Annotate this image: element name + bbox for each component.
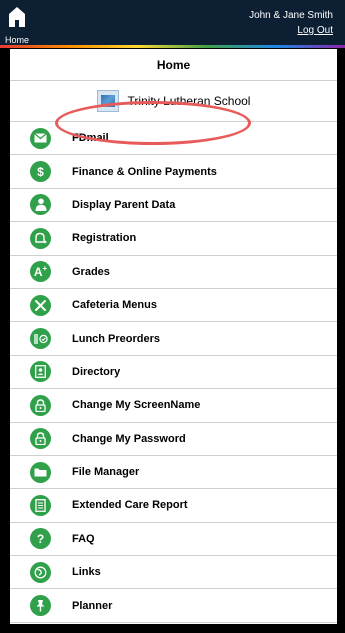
rainbow-divider xyxy=(0,45,345,48)
page-title: Home xyxy=(10,49,337,81)
home-button[interactable]: Home xyxy=(3,4,43,45)
menu-item-links[interactable]: Links xyxy=(10,556,337,590)
menu-item-grades[interactable]: A+ Grades xyxy=(10,256,337,289)
school-logo-icon xyxy=(96,90,119,112)
top-bar: Home John & Jane Smith Log Out xyxy=(0,0,345,46)
menu-item-fdmail[interactable]: FDmail xyxy=(10,122,337,156)
menu-item-label: Finance & Online Payments xyxy=(72,165,217,178)
menu-item-label: Links xyxy=(72,566,101,579)
menu-list: FDmail $ Finance & Online Payments Displ… xyxy=(10,122,337,623)
menu-item-change-password[interactable]: Change My Password xyxy=(10,423,337,456)
menu-item-label: FDmail xyxy=(72,132,109,145)
menu-item-label: Registration xyxy=(72,232,137,245)
menu-item-display-parent-data[interactable]: Display Parent Data xyxy=(10,189,337,223)
user-name: John & Jane Smith xyxy=(249,10,333,21)
folder-icon xyxy=(30,461,51,483)
menu-item-lunch-preorders[interactable]: Lunch Preorders xyxy=(10,322,337,356)
document-icon xyxy=(30,494,51,516)
lock-icon xyxy=(30,394,51,416)
school-header: Trinity Lutheran School xyxy=(10,81,337,122)
menu-item-label: Extended Care Report xyxy=(72,499,188,512)
pushpin-icon xyxy=(30,595,51,617)
utensils-icon xyxy=(30,294,51,316)
directory-icon xyxy=(30,361,51,383)
menu-item-change-screenname[interactable]: Change My ScreenName xyxy=(10,389,337,423)
bell-plus-icon xyxy=(30,227,51,249)
menu-item-label: Cafeteria Menus xyxy=(72,299,157,312)
menu-item-registration[interactable]: Registration xyxy=(10,222,337,256)
logout-link[interactable]: Log Out xyxy=(297,25,333,36)
menu-item-label: Change My ScreenName xyxy=(72,399,201,412)
app-frame: Home John & Jane Smith Log Out Home Trin… xyxy=(0,0,345,633)
menu-item-label: Change My Password xyxy=(72,432,186,445)
menu-item-label: Grades xyxy=(72,265,110,278)
lock-icon xyxy=(30,428,51,450)
lunch-check-icon xyxy=(30,328,51,350)
menu-item-label: Display Parent Data xyxy=(72,198,176,211)
menu-item-faq[interactable]: ? FAQ xyxy=(10,523,337,557)
dollar-icon: $ xyxy=(30,161,51,183)
menu-item-label: Lunch Preorders xyxy=(72,332,161,345)
menu-item-file-manager[interactable]: File Manager xyxy=(10,456,337,490)
main-panel: Home Trinity Lutheran School FDmail $ Fi… xyxy=(10,49,337,624)
school-name: Trinity Lutheran School xyxy=(127,94,251,108)
menu-item-finance[interactable]: $ Finance & Online Payments xyxy=(10,155,337,189)
menu-item-label: FAQ xyxy=(72,532,95,545)
menu-item-directory[interactable]: Directory xyxy=(10,356,337,390)
question-icon: ? xyxy=(30,528,51,550)
a-plus-icon: A+ xyxy=(30,261,51,283)
home-label: Home xyxy=(5,35,30,45)
menu-item-label: File Manager xyxy=(72,466,140,479)
menu-item-cafeteria-menus[interactable]: Cafeteria Menus xyxy=(10,289,337,323)
globe-icon xyxy=(30,561,51,583)
home-icon xyxy=(9,7,25,27)
menu-item-label: Directory xyxy=(72,365,121,378)
person-icon xyxy=(30,194,51,216)
menu-item-extended-care-report[interactable]: Extended Care Report xyxy=(10,489,337,523)
menu-item-planner[interactable]: Planner xyxy=(10,589,337,623)
menu-item-label: Planner xyxy=(72,599,113,612)
mail-icon xyxy=(30,127,51,149)
